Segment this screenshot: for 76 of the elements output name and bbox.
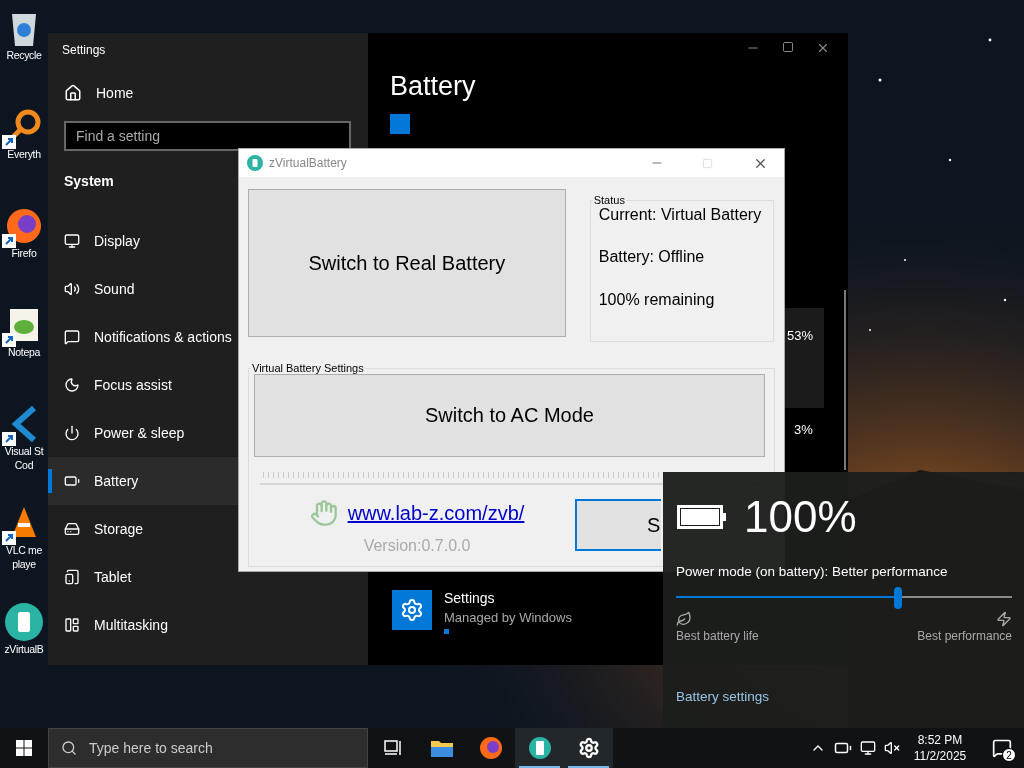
checkbox[interactable] <box>390 114 410 134</box>
settings-icon <box>400 598 424 622</box>
task-view-icon <box>383 740 402 756</box>
speaker-icon <box>64 281 80 297</box>
message-icon <box>992 738 1012 758</box>
real-battery-button[interactable]: Switch to Real Battery <box>248 189 566 337</box>
group-label: Virtual Battery Settings <box>251 362 365 374</box>
version-text: Version:0.7.0.0 <box>363 537 471 555</box>
battery-icon <box>64 473 80 489</box>
panels-icon <box>64 617 80 633</box>
message-icon <box>64 329 80 345</box>
moon-icon <box>64 377 80 393</box>
power-mode-label: Power mode (on battery): Better performance <box>676 564 949 579</box>
taskbar-app[interactable] <box>515 728 564 768</box>
fox-globe-icon <box>4 206 44 246</box>
section-title: System <box>64 173 115 189</box>
slider-end-label: Best performance <box>917 629 1012 643</box>
taskbar-search-field[interactable]: Type here to search <box>48 728 368 768</box>
search-field[interactable]: Find a setting <box>64 121 351 151</box>
usage-percent: 53% <box>787 328 814 343</box>
clock[interactable]: 8:52 PM 11/2/2025 <box>908 732 972 764</box>
app-name: Settings <box>444 590 496 606</box>
group-label: Status <box>592 194 626 206</box>
icon-label: playe <box>12 557 36 571</box>
battery-icon <box>676 504 728 530</box>
window-title: zVirtualBattery <box>269 156 348 170</box>
status-text: Battery: Offline <box>598 248 706 268</box>
icon-label: Notepa <box>7 345 41 359</box>
leaf-icon <box>676 611 692 627</box>
action-button[interactable]: S <box>575 499 661 551</box>
battery-app-icon <box>247 155 263 171</box>
hand-icon <box>309 499 338 527</box>
ac-mode-button[interactable]: Switch to AC Mode <box>254 374 765 457</box>
fox-globe-icon <box>478 736 503 760</box>
status-text: 100% remaining <box>598 290 716 310</box>
sidebar-item[interactable]: Tablet <box>48 553 368 601</box>
drive-icon <box>64 521 80 537</box>
home-nav-item[interactable]: Home <box>48 69 368 117</box>
icon-label: VLC me <box>5 543 43 557</box>
icon-label: Cod <box>14 458 34 472</box>
usage-percent: 3% <box>794 422 813 437</box>
monitor-icon <box>64 233 80 249</box>
status-text: Current: Virtual Battery <box>598 206 763 225</box>
network-icon[interactable] <box>860 740 876 756</box>
folder-icon <box>429 738 454 758</box>
power-icon <box>64 425 80 441</box>
maximize-icon <box>702 157 713 169</box>
slider-thumb[interactable] <box>893 587 902 609</box>
page-title: Battery <box>390 71 477 102</box>
settings-icon <box>577 737 600 759</box>
icon-label: Everyth <box>7 147 41 161</box>
tablet-icon <box>64 569 80 585</box>
sidebar-item[interactable]: Multitasking <box>48 601 368 649</box>
windows-logo-icon[interactable] <box>16 740 32 756</box>
maximize-icon[interactable] <box>782 41 794 53</box>
notification-count: 2 <box>1002 748 1016 762</box>
icon-label: Recycle <box>6 48 42 62</box>
battery-percent: 100% <box>744 492 857 542</box>
slider-end-label: Best battery life <box>676 629 759 643</box>
icon-label: Firefo <box>11 246 37 260</box>
battery-settings-link[interactable]: Battery settings <box>676 689 1012 704</box>
lightning-icon <box>996 611 1012 627</box>
search-icon <box>61 740 77 756</box>
battery-app-icon <box>527 736 552 760</box>
muted-speaker-icon[interactable] <box>884 740 900 756</box>
date-text: 11/2/2025 <box>913 748 967 764</box>
window-title: Settings <box>61 42 107 59</box>
time-text: 8:52 PM <box>917 732 963 748</box>
taskbar-app[interactable] <box>564 728 613 768</box>
icon-label: zVirtualB <box>4 642 44 656</box>
close-icon[interactable] <box>816 41 830 55</box>
app-subtitle: Managed by Windows <box>444 610 572 625</box>
power-slider[interactable] <box>676 587 1012 607</box>
home-icon <box>64 84 82 102</box>
battery-app-icon <box>4 602 44 642</box>
icon-label: Visual St <box>4 444 44 458</box>
